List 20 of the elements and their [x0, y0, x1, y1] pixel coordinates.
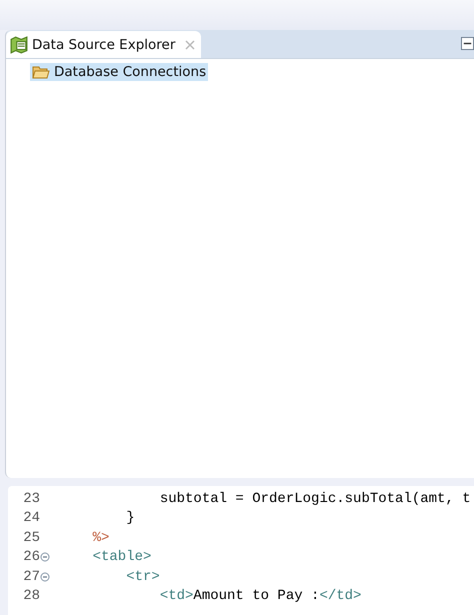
collapse-icon[interactable] [40, 572, 50, 582]
code-line: subtotal = OrderLogic.subTotal(amt, t [158, 490, 471, 507]
line-number: 23 [22, 490, 40, 507]
line-number: 27 [22, 568, 40, 585]
line-number: 24 [22, 510, 40, 526]
collapse-icon[interactable] [40, 552, 50, 562]
code-line: %> [92, 530, 110, 546]
code-line: <tr> [125, 568, 160, 585]
line-number: 25 [22, 530, 40, 546]
tab-title: Data Source Explorer [32, 36, 176, 52]
line-number: 28 [22, 588, 40, 604]
code-line: <table> [92, 549, 152, 566]
code-line: } [125, 510, 135, 526]
line-number: 26 [22, 549, 40, 566]
view-tab[interactable]: Data Source Explorer [6, 31, 202, 58]
minimize-icon[interactable] [461, 37, 474, 50]
code-line: <td>Amount to Pay :</td> [158, 588, 362, 604]
tree-item[interactable]: Database Connections [30, 63, 208, 81]
map-icon [10, 36, 28, 54]
folder-icon [32, 65, 50, 79]
